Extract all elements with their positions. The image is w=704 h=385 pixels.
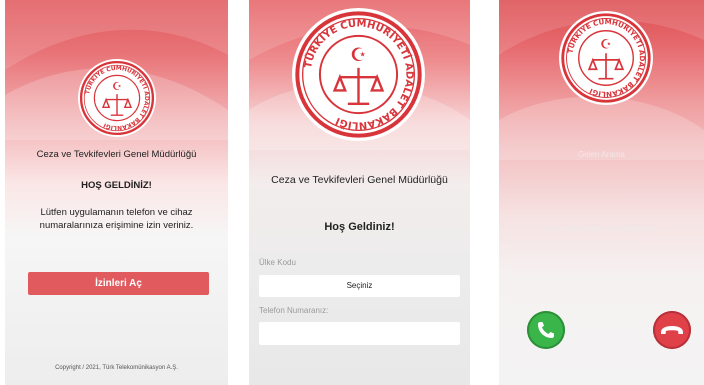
phone-number-label: Telefon Numaranız:	[259, 306, 329, 315]
seal-icon: TÜRKİYE CUMHURİYETİ ADALET BAKANLIĞI ☪	[295, 11, 422, 138]
ministry-emblem: TÜRKİYE CUMHURİYETİ ADALET BAKANLIĞI ☪	[559, 11, 653, 105]
accept-call-button[interactable]	[527, 311, 565, 349]
welcome-title: HOŞ GELDİNİZ!	[81, 180, 152, 191]
welcome-title: Hoş Geldiniz!	[324, 221, 395, 233]
phone-hangup-icon	[661, 326, 683, 334]
copyright: Copyright / 2021, Türk Telekomünikasyon …	[55, 365, 178, 371]
phone-number-input[interactable]	[259, 322, 460, 345]
org-name: Ceza ve Tevkifevleri Genel Müdürlüğü	[271, 174, 448, 186]
svg-text:☪: ☪	[350, 44, 367, 65]
svg-text:☪: ☪	[112, 81, 122, 93]
ministry-emblem: TÜRKİYE CUMHURİYETİ ADALET BAKANLIĞI ☪	[78, 59, 156, 137]
screen-permissions: TÜRKİYE CUMHURİYETİ ADALET BAKANLIĞI ☪ C…	[5, 0, 228, 385]
screen-login: TÜRKİYE CUMHURİYETİ ADALET BAKANLIĞI ☪ C…	[249, 0, 470, 385]
caller-title: Gelen Arama	[578, 150, 625, 159]
decline-call-button[interactable]	[653, 311, 691, 349]
country-code-select[interactable]: Seçiniz	[259, 275, 460, 297]
seal-icon: TÜRKİYE CUMHURİYETİ ADALET BAKANLIĞI ☪	[561, 13, 651, 103]
org-name: Ceza ve Tevkifevleri Genel Müdürlüğü	[36, 149, 197, 160]
message-line-2: numaralarınıza erişimine izin veriniz.	[39, 220, 194, 231]
caller-info: Ceza ve Tevkifevleri Genel Müdürlüğü	[542, 226, 661, 233]
svg-text:☪: ☪	[600, 37, 612, 52]
phone-accept-icon	[538, 322, 554, 338]
open-permissions-button[interactable]: İzinleri Aç	[28, 272, 209, 295]
message-line-1: Lütfen uygulamanın telefon ve cihaz	[40, 207, 193, 218]
ministry-emblem: TÜRKİYE CUMHURİYETİ ADALET BAKANLIĞI ☪	[292, 8, 425, 141]
screen-incoming-call: TÜRKİYE CUMHURİYETİ ADALET BAKANLIĞI ☪ G…	[499, 0, 704, 385]
country-code-value: Seçiniz	[346, 281, 373, 290]
open-permissions-label: İzinleri Aç	[95, 278, 142, 289]
seal-icon: TÜRKİYE CUMHURİYETİ ADALET BAKANLIĞI ☪	[79, 60, 155, 136]
country-code-label: Ülke Kodu	[259, 258, 296, 267]
